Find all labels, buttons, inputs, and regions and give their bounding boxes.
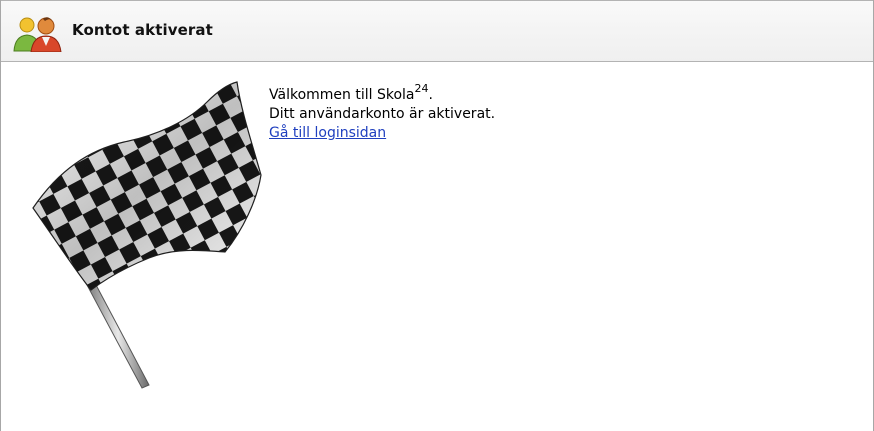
- login-page-link[interactable]: Gå till loginsidan: [269, 125, 386, 141]
- users-icon: [13, 17, 62, 52]
- welcome-line: Välkommen till Skola24.: [269, 83, 495, 105]
- page-title: Kontot aktiverat: [72, 21, 213, 39]
- activated-text: Ditt användarkonto är aktiverat.: [269, 106, 496, 122]
- welcome-text: Välkommen till Skola: [269, 87, 415, 103]
- page-frame: Kontot aktiverat Välkommen till Skola24.…: [0, 0, 874, 431]
- welcome-superscript: 24: [414, 82, 429, 96]
- page-header: Kontot aktiverat: [1, 0, 873, 62]
- welcome-period: .: [428, 87, 433, 103]
- activation-message: Välkommen till Skola24. Ditt användarkon…: [269, 83, 496, 143]
- checkered-flag-icon: [32, 81, 262, 389]
